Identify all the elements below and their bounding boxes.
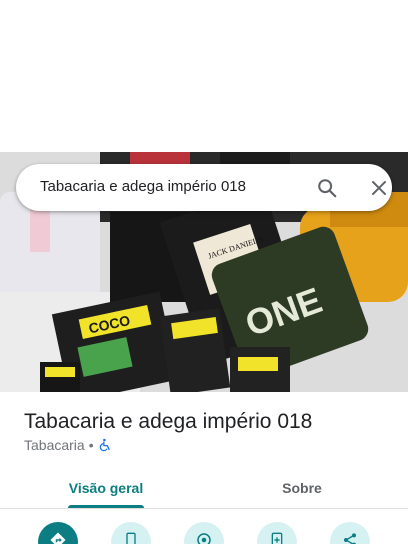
directions-button[interactable] bbox=[38, 522, 78, 544]
place-tabs: Visão geral Sobre bbox=[0, 468, 408, 508]
close-icon[interactable] bbox=[366, 175, 392, 201]
save-icon bbox=[269, 532, 285, 544]
tab-about[interactable]: Sobre bbox=[252, 468, 352, 508]
place-title: Tabacaria e adega império 018 bbox=[24, 410, 313, 433]
accessibility-icon bbox=[98, 438, 112, 452]
map-blank-area bbox=[0, 0, 408, 152]
place-subtitle: Tabacaria • bbox=[24, 437, 112, 453]
save-button[interactable] bbox=[257, 522, 297, 544]
nearby-icon bbox=[195, 531, 213, 544]
share-icon bbox=[342, 532, 358, 544]
action-buttons bbox=[0, 522, 408, 544]
separator-dot: • bbox=[88, 437, 94, 453]
phone-icon bbox=[123, 532, 139, 544]
call-button[interactable] bbox=[111, 522, 151, 544]
divider bbox=[0, 508, 408, 509]
search-icon[interactable] bbox=[314, 175, 340, 201]
share-button[interactable] bbox=[330, 522, 370, 544]
tab-overview[interactable]: Visão geral bbox=[56, 468, 156, 508]
directions-icon bbox=[49, 531, 67, 544]
search-bar[interactable]: Tabacaria e adega império 018 bbox=[16, 164, 392, 211]
nearby-button[interactable] bbox=[184, 522, 224, 544]
place-category: Tabacaria bbox=[24, 437, 85, 453]
search-query[interactable]: Tabacaria e adega império 018 bbox=[40, 178, 246, 195]
